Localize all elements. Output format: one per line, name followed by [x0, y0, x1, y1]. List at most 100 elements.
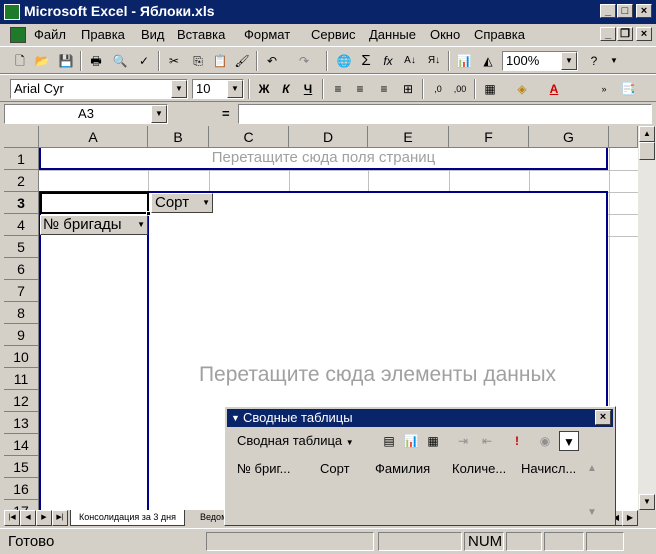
maximize-button[interactable]: □	[617, 4, 633, 18]
bold-button[interactable]: Ж	[254, 79, 274, 99]
chevron-down-icon[interactable]: ▼	[561, 52, 577, 70]
menu-view[interactable]: Вид	[141, 27, 165, 42]
underline-button[interactable]: Ч	[298, 79, 318, 99]
menu-edit[interactable]: Правка	[81, 27, 125, 42]
menu-help[interactable]: Справка	[474, 27, 525, 42]
select-all-corner[interactable]	[4, 126, 39, 148]
column-header-h[interactable]	[609, 126, 638, 148]
font-color-icon[interactable]: A	[544, 79, 564, 99]
field-settings-icon[interactable]: ◉	[535, 431, 555, 451]
doc-close-button[interactable]: ×	[636, 27, 652, 41]
row-header-7[interactable]: 7	[4, 280, 39, 302]
row-header-2[interactable]: 2	[4, 170, 39, 192]
new-icon[interactable]: 🗋	[10, 51, 30, 71]
scroll-down-icon[interactable]: ▼	[639, 494, 655, 510]
autosum-icon[interactable]: Σ	[356, 51, 376, 71]
row-header-3[interactable]: 3	[4, 192, 39, 214]
field-button-sort[interactable]: Сорт ▼	[151, 193, 213, 213]
row-header-14[interactable]: 14	[4, 434, 39, 456]
excel-app-icon[interactable]	[4, 4, 20, 20]
format-report-icon[interactable]: ▤	[379, 431, 399, 451]
print-icon[interactable]: 🖶	[86, 51, 106, 71]
name-box[interactable]: A3 ▼	[4, 104, 168, 124]
field-list-icon[interactable]: ▼	[559, 431, 579, 451]
vertical-scrollbar[interactable]: ▲ ▼	[638, 126, 656, 510]
open-icon[interactable]: 📂	[32, 51, 52, 71]
merge-center-icon[interactable]: ⊞	[398, 79, 418, 99]
first-sheet-icon[interactable]: |◀	[4, 510, 20, 526]
format-painter-icon[interactable]: 🖌	[232, 51, 252, 71]
row-header-11[interactable]: 11	[4, 368, 39, 390]
close-button[interactable]: ×	[636, 4, 652, 18]
sheet-tab[interactable]: Консолидация за 3 дня	[70, 510, 185, 526]
row-header-16[interactable]: 16	[4, 478, 39, 500]
pivot-field-quantity[interactable]: Количе...	[452, 461, 506, 476]
pivot-field-sort[interactable]: Сорт	[320, 461, 350, 476]
row-header-13[interactable]: 13	[4, 412, 39, 434]
print-preview-icon[interactable]: 🔍	[110, 51, 130, 71]
undo-icon[interactable]: ↶	[262, 51, 282, 71]
function-icon[interactable]: fx	[378, 51, 398, 71]
pivot-chart-icon[interactable]: 📊	[401, 431, 421, 451]
row-header-1[interactable]: 1	[4, 148, 39, 170]
workbook-icon[interactable]	[10, 27, 26, 43]
pivot-table-menu[interactable]: Сводная таблица ▼	[237, 433, 354, 448]
fill-color-icon[interactable]: ◈	[512, 79, 532, 99]
chevron-down-icon[interactable]: ▼	[137, 216, 145, 234]
hide-detail-icon[interactable]: ⇥	[453, 431, 473, 451]
pivot-field-brigade[interactable]: № бриг...	[237, 461, 291, 476]
align-center-icon[interactable]: ≡	[350, 79, 370, 99]
chevron-down-icon[interactable]: ▼	[202, 194, 210, 212]
chevron-down-icon[interactable]: ▼	[171, 80, 187, 98]
align-left-icon[interactable]: ≡	[328, 79, 348, 99]
row-header-10[interactable]: 10	[4, 346, 39, 368]
pivot-field-accrued[interactable]: Начисл...	[521, 461, 576, 476]
close-icon[interactable]: ×	[595, 410, 611, 425]
active-cell[interactable]	[40, 192, 151, 216]
more-buttons-icon[interactable]: ▼	[604, 51, 624, 71]
chart-wizard-icon[interactable]: 📊	[454, 51, 474, 71]
pivot-field-surname[interactable]: Фамилия	[375, 461, 430, 476]
menu-insert[interactable]: Вставка	[177, 27, 225, 42]
chevron-down-icon[interactable]: ▼	[151, 105, 167, 123]
sort-ascending-icon[interactable]: A↓	[400, 51, 420, 71]
scroll-right-icon[interactable]: ▶	[622, 510, 638, 526]
chevron-down-icon[interactable]: ▼	[227, 80, 243, 98]
column-header-g[interactable]: G	[529, 126, 609, 148]
column-header-f[interactable]: F	[449, 126, 529, 148]
menu-data[interactable]: Данные	[369, 27, 416, 42]
scroll-up-icon[interactable]: ▲	[639, 126, 655, 142]
decrease-decimal-icon[interactable]: ,00	[450, 79, 470, 99]
menu-tools[interactable]: Сервис	[311, 27, 356, 42]
more-buttons-icon[interactable]: »	[594, 79, 614, 99]
row-header-15[interactable]: 15	[4, 456, 39, 478]
show-detail-icon[interactable]: ⇤	[477, 431, 497, 451]
minimize-button[interactable]: _	[600, 4, 616, 18]
italic-button[interactable]: К	[276, 79, 296, 99]
toolbar-options-icon[interactable]: ▼	[231, 409, 240, 427]
help-icon[interactable]: ?	[584, 51, 604, 71]
hyperlink-icon[interactable]: 🌐	[334, 51, 354, 71]
doc-restore-button[interactable]: ❐	[617, 27, 633, 41]
scroll-thumb[interactable]	[639, 142, 655, 160]
next-sheet-icon[interactable]: ▶	[36, 510, 52, 526]
row-header-4[interactable]: 4	[4, 214, 39, 236]
font-size-select[interactable]: 10 ▼	[192, 79, 244, 99]
column-header-c[interactable]: C	[209, 126, 289, 148]
pivot-wizard-icon[interactable]: 📑	[618, 79, 638, 99]
increase-decimal-icon[interactable]: ,0	[428, 79, 448, 99]
field-button-brigade[interactable]: № бригады ▼	[40, 215, 148, 235]
row-header-12[interactable]: 12	[4, 390, 39, 412]
save-icon[interactable]: 💾	[56, 51, 76, 71]
row-header-9[interactable]: 9	[4, 324, 39, 346]
row-header-17[interactable]: 17	[4, 500, 39, 510]
prev-sheet-icon[interactable]: ◀	[20, 510, 36, 526]
redo-icon[interactable]: ↷	[294, 51, 314, 71]
align-right-icon[interactable]: ≡	[374, 79, 394, 99]
drawing-icon[interactable]: ◭	[478, 51, 498, 71]
menu-window[interactable]: Окно	[430, 27, 460, 42]
paste-icon[interactable]: 📋	[210, 51, 230, 71]
column-header-b[interactable]: B	[148, 126, 209, 148]
cut-icon[interactable]: ✂	[164, 51, 184, 71]
menu-format[interactable]: Формат	[244, 27, 290, 42]
